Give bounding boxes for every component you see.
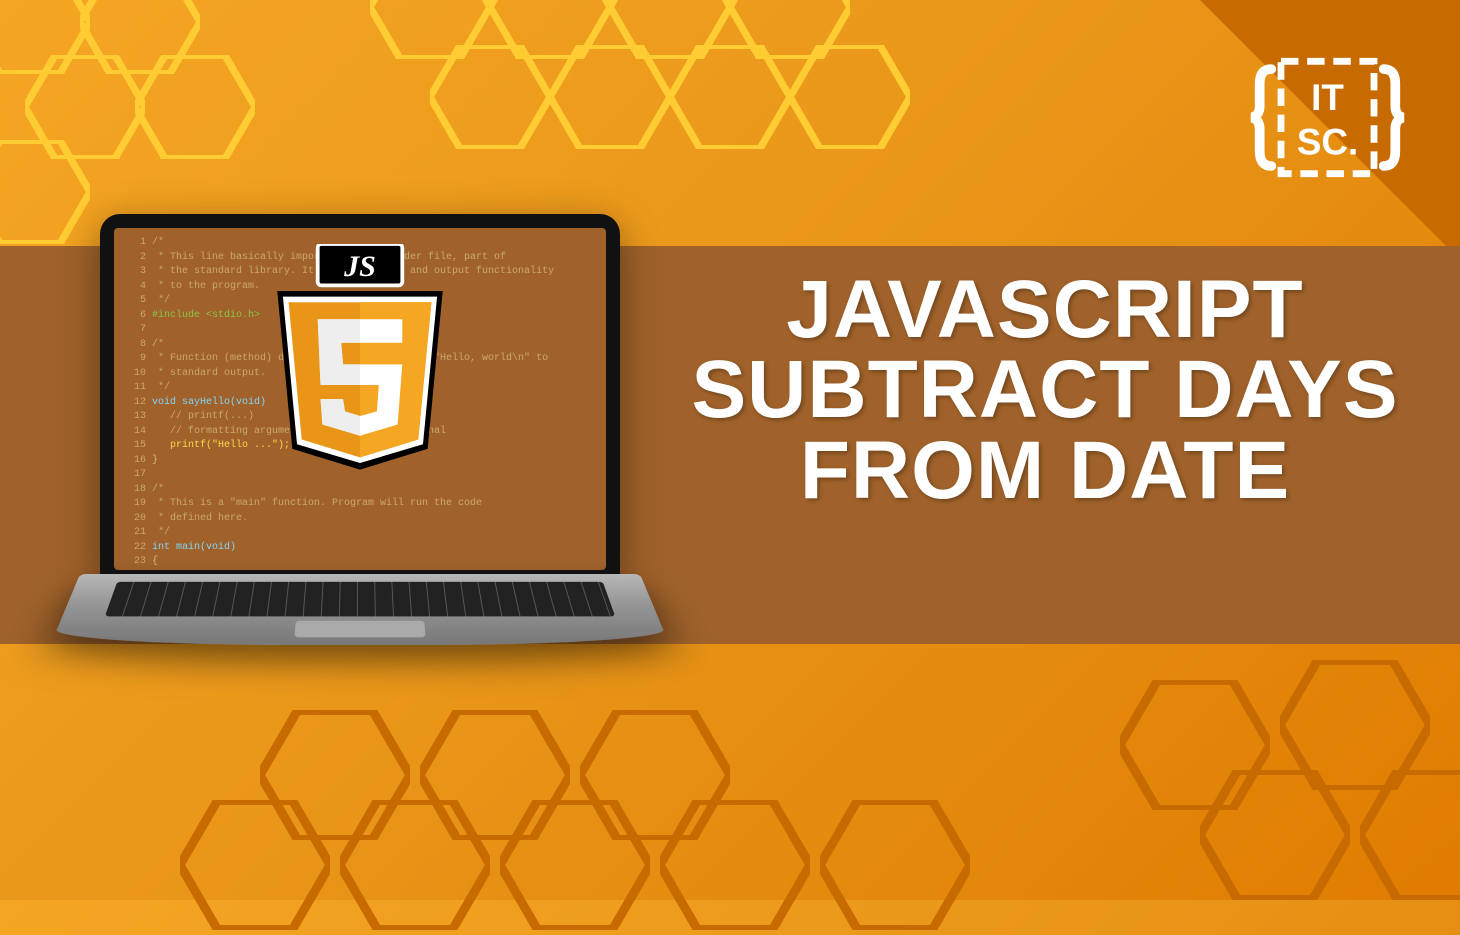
js-shield-logo: JS xyxy=(265,244,455,479)
svg-text:JS: JS xyxy=(343,249,376,283)
title-line-3: FROM DATE xyxy=(670,431,1420,511)
laptop-keyboard xyxy=(105,582,615,617)
code-line: 22int main(void) xyxy=(124,541,596,556)
code-line: 23{ xyxy=(124,555,596,570)
laptop-illustration: 1/*2 * This line basically imports "stdi… xyxy=(80,214,640,724)
main-title: JAVASCRIPT SUBTRACT DAYS FROM DATE xyxy=(670,270,1420,511)
svg-text:IT: IT xyxy=(1311,77,1344,118)
code-line: 20 * defined here. xyxy=(124,512,596,527)
itsc-logo: IT SC. xyxy=(1250,40,1405,195)
title-line-1: JAVASCRIPT xyxy=(670,270,1420,350)
title-line-2: SUBTRACT DAYS xyxy=(670,350,1420,430)
code-line: 18/* xyxy=(124,483,596,498)
code-line: 21 */ xyxy=(124,526,596,541)
code-line: 19 * This is a "main" function. Program … xyxy=(124,497,596,512)
code-line: 24 // Invoke the xyxy=(124,570,596,571)
svg-text:SC.: SC. xyxy=(1297,121,1358,162)
laptop-trackpad xyxy=(294,621,425,638)
laptop-base xyxy=(50,574,669,645)
